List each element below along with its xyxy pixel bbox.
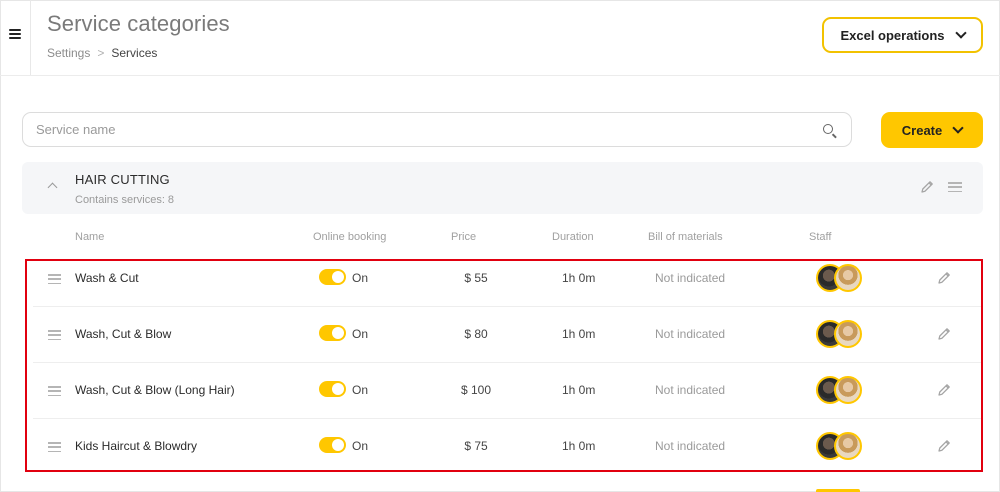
- category-name: HAIR CUTTING: [75, 172, 170, 187]
- page-title: Service categories: [47, 11, 230, 36]
- column-header-bill-of-materials: Bill of materials: [648, 231, 723, 243]
- breadcrumb-settings[interactable]: Settings: [47, 46, 90, 60]
- chevron-up-icon[interactable]: [47, 182, 58, 193]
- category-count: Contains services: 8: [75, 194, 175, 206]
- left-rail: [0, 0, 31, 75]
- excel-operations-label: Excel operations: [840, 27, 945, 43]
- column-header-online-booking: Online booking: [313, 231, 387, 243]
- create-button[interactable]: Create: [881, 112, 983, 148]
- column-header-name: Name: [75, 231, 105, 243]
- create-label: Create: [901, 122, 943, 138]
- search-box: [22, 112, 852, 147]
- menu-icon[interactable]: [9, 29, 21, 39]
- chevron-down-icon: [952, 122, 964, 134]
- search-icon[interactable]: [823, 124, 833, 134]
- breadcrumb-services: Services: [111, 46, 158, 60]
- chevron-down-icon: [954, 27, 967, 39]
- search-input[interactable]: [23, 113, 783, 146]
- pencil-icon[interactable]: [919, 179, 935, 195]
- breadcrumb: Settings > Services: [47, 46, 157, 60]
- column-header-duration: Duration: [552, 231, 594, 243]
- highlight-box: [25, 259, 983, 472]
- breadcrumb-separator: >: [97, 46, 105, 60]
- drag-handle-icon[interactable]: [948, 182, 962, 192]
- excel-operations-button[interactable]: Excel operations: [822, 17, 983, 53]
- column-header-staff: Staff: [809, 231, 832, 243]
- column-header-price: Price: [451, 231, 477, 243]
- category-header: HAIR CUTTING Contains services: 8: [22, 162, 983, 214]
- header-divider: [0, 75, 1000, 76]
